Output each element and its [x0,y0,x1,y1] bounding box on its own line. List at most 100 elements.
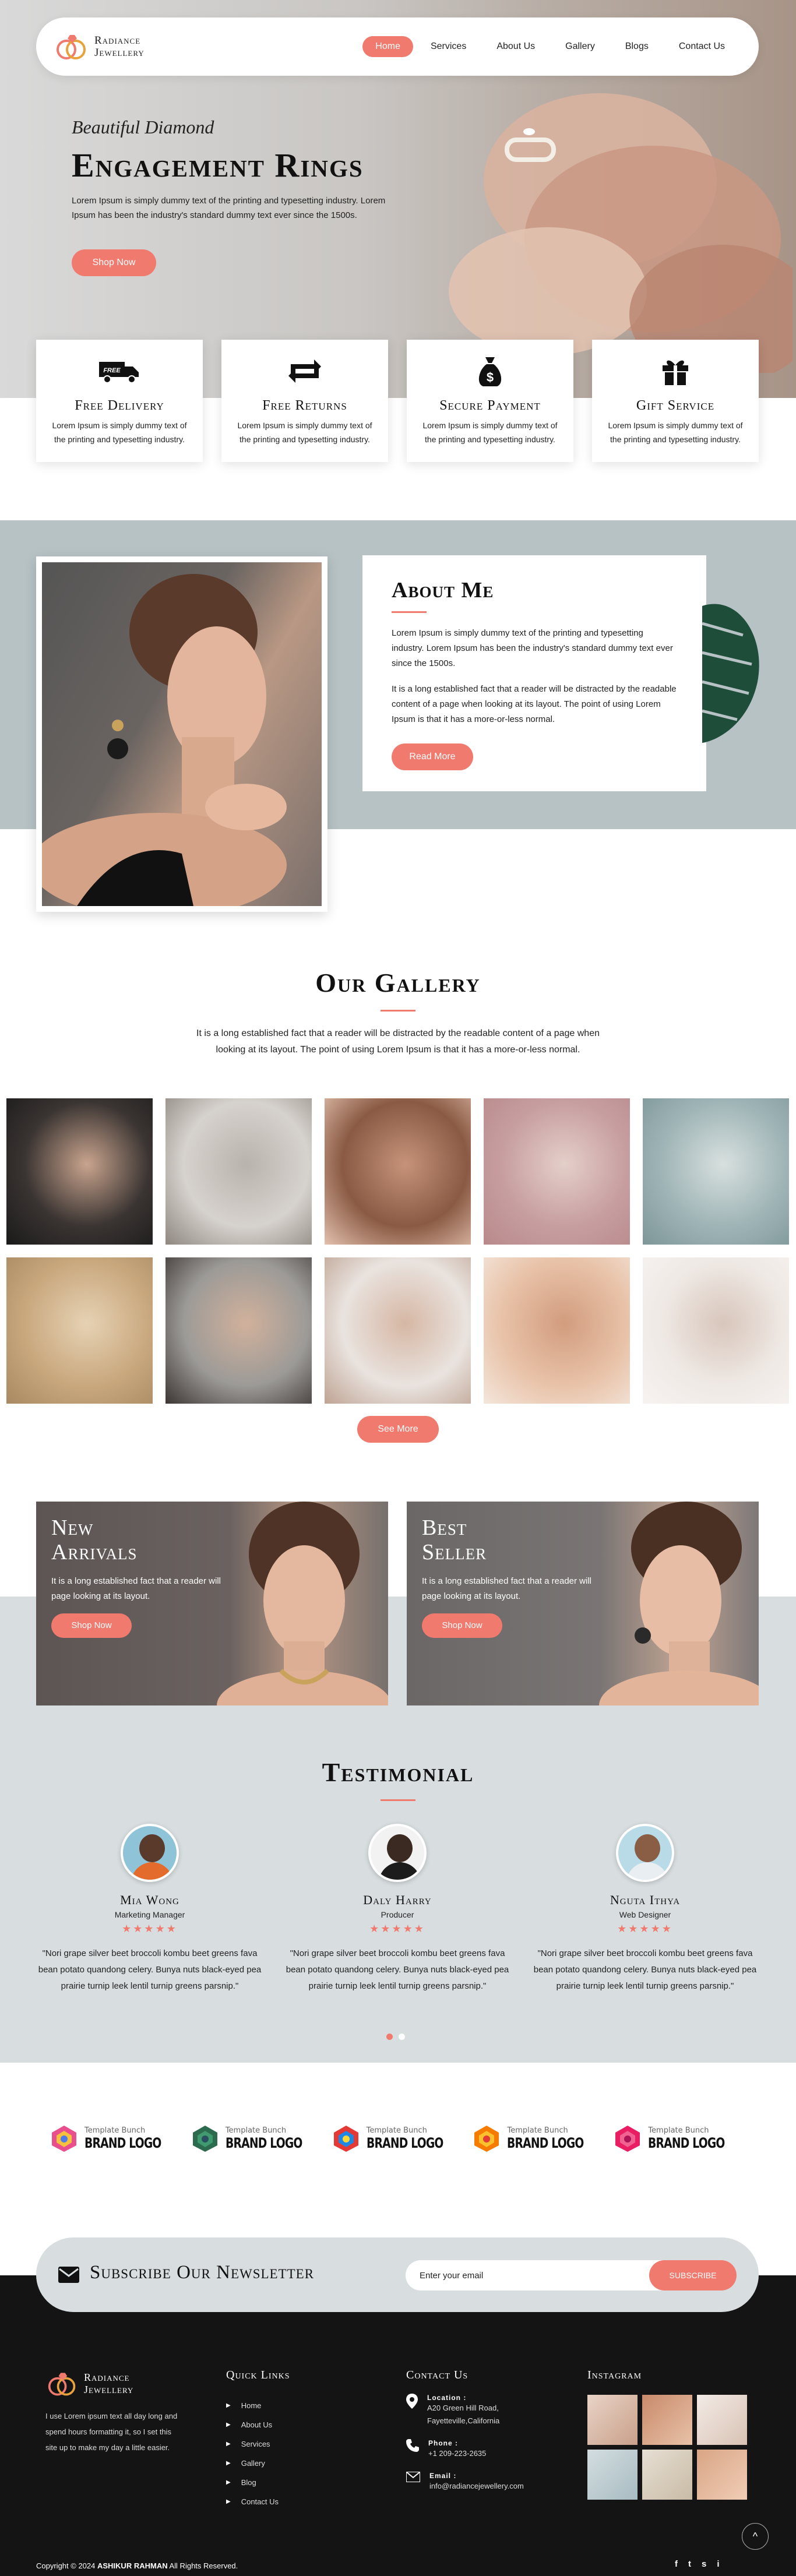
facebook-icon[interactable]: f [675,2559,678,2569]
promo-title: New Arrivals [51,1516,137,1564]
footer-link[interactable]: ▶ About Us [226,2415,290,2434]
about-portrait-image [36,556,327,912]
newsletter-bar: Subscribe Our Newsletter SUBSCRIBE [36,2237,759,2312]
nav-blogs[interactable]: Blogs [612,36,661,57]
svg-text:$: $ [487,370,494,385]
footer-link-label: Home [241,2401,262,2410]
chevron-right-icon: ▶ [226,2402,231,2409]
brand-big-text: BRAND LOGO [84,2134,161,2151]
brand-line-1: Radiance [94,34,141,47]
bride-necklace-photo[interactable] [643,1257,789,1404]
hero-subtitle: Beautiful Diamond [72,117,214,138]
copyright-prefix: Copyright © 2024 [36,2561,96,2570]
testimonial-name: Mia Wong [120,1893,179,1907]
footer-logo[interactable]: Radiance Jewellery [45,2369,179,2399]
instagram-photo[interactable] [697,2450,747,2500]
nav-services[interactable]: Services [418,36,479,57]
woman-rings-photo[interactable] [325,1257,471,1404]
star-rating-icon: ★★★★★ [122,1923,178,1934]
testimonial-role: Marketing Manager [114,1910,185,1919]
brand-logo-2[interactable]: Template Bunch BRAND LOGO [191,2124,324,2153]
footer-link[interactable]: ▶ Contact Us [226,2492,290,2511]
avatar [121,1824,179,1882]
promo-title-line-1: New [51,1516,94,1540]
nav-about-us[interactable]: About Us [484,36,548,57]
footer-link-label: Contact Us [241,2497,279,2506]
hands-rings-photo[interactable] [484,1257,630,1404]
footer-link-label: Services [241,2440,270,2448]
gold-pieces-photo[interactable] [484,1098,630,1245]
twitter-icon[interactable]: t [688,2559,691,2569]
instagram-icon[interactable]: i [717,2559,719,2569]
feature-card-returns: Free Returns Lorem Ipsum is simply dummy… [221,340,388,462]
testimonial-name: Daly Harry [363,1893,432,1907]
new-arrivals-shop-now-button[interactable]: Shop Now [51,1613,132,1638]
testimonial-quote: "Nori grape silver beet broccoli kombu b… [38,1948,262,1991]
carousel-dot-1[interactable] [386,2034,393,2040]
brand-mark-icon [333,2126,358,2152]
email-input[interactable] [420,2260,641,2290]
carousel-dot-2[interactable] [399,2034,405,2040]
title-underline [392,611,427,613]
about-paragraph-2: It is a long established fact that a rea… [392,684,677,724]
subscribe-button[interactable]: SUBSCRIBE [649,2260,737,2290]
nav-contact-us[interactable]: Contact Us [666,36,738,57]
footer-link[interactable]: ▶ Services [226,2434,290,2454]
rings-dish-photo[interactable] [165,1098,312,1245]
smiling-woman-photo[interactable] [165,1257,312,1404]
bracelet-photo[interactable] [325,1098,471,1245]
brand-logo-4[interactable]: Template Bunch BRAND LOGO [472,2124,605,2153]
footer-link[interactable]: ▶ Blog [226,2473,290,2492]
woman-earring-photo[interactable] [6,1098,153,1245]
top-navbar: Radiance Jewellery Home Services About U… [36,17,759,76]
delivery-truck-icon: FREE [36,355,203,387]
instagram-photo[interactable] [697,2395,747,2445]
money-bag-icon: $ [407,355,573,387]
footer-contact: Contact Us Location : A20 Green Hill Roa… [406,2369,524,2493]
instagram-photo[interactable] [642,2395,692,2445]
footer-link[interactable]: ▶ Gallery [226,2454,290,2473]
brand-big-text: BRAND LOGO [225,2134,302,2151]
email-value[interactable]: info@radiancejewellery.com [429,2480,524,2493]
gold-earrings-photo[interactable] [6,1257,153,1404]
footer-link-label: About Us [241,2420,273,2429]
bangles-box-photo[interactable] [643,1098,789,1245]
nav-home[interactable]: Home [362,36,413,57]
avatar [616,1824,674,1882]
instagram-photo[interactable] [642,2450,692,2500]
new-arrivals-banner[interactable]: New Arrivals It is a long established fa… [36,1502,388,1705]
brand-small-text: Template Bunch [507,2126,568,2135]
feature-text: Lorem Ipsum is simply dummy text of the … [237,421,372,444]
contact-heading: Contact Us [406,2369,469,2381]
skype-icon[interactable]: s [702,2559,706,2569]
brand-logo-5[interactable]: Template Bunch BRAND LOGO [613,2124,746,2153]
footer-link[interactable]: ▶ Home [226,2396,290,2415]
best-seller-shop-now-button[interactable]: Shop Now [422,1613,502,1638]
about-read-more-button[interactable]: Read More [392,743,473,770]
brand-logo-3[interactable]: Template Bunch BRAND LOGO [332,2124,465,2153]
feature-title: Gift Service [636,398,715,413]
gallery-title: Our Gallery [315,968,481,998]
chevron-right-icon: ▶ [226,2441,231,2447]
brand-logo[interactable]: Radiance Jewellery [54,30,145,63]
hero-shop-now-button[interactable]: Shop Now [72,249,156,276]
brand-mark-icon [615,2126,640,2152]
main-nav: Home Services About Us Gallery Blogs Con… [362,36,738,57]
nav-gallery[interactable]: Gallery [552,36,608,57]
title-underline [381,1010,415,1012]
testimonial-role: Producer [381,1910,414,1919]
contact-location: Location : A20 Green Hill Road, Fayettev… [406,2394,524,2427]
about-card: About Me Lorem Ipsum is simply dummy tex… [362,555,706,791]
instagram-photo[interactable] [587,2395,637,2445]
contact-email: Email : info@radiancejewellery.com [406,2472,524,2493]
phone-icon [406,2439,419,2452]
instagram-photo[interactable] [587,2450,637,2500]
footer-link-label: Gallery [241,2459,265,2468]
phone-value[interactable]: +1 209-223-2635 [428,2447,486,2460]
back-to-top-button[interactable]: ^ [742,2523,769,2550]
email-label: Email : [429,2472,457,2480]
gallery-see-more-button[interactable]: See More [357,1416,439,1443]
best-seller-banner[interactable]: Best Seller It is a long established fac… [407,1502,759,1705]
brand-logo-1[interactable]: Template Bunch BRAND LOGO [50,2124,183,2153]
testimonial-title: Testimonial [322,1757,474,1787]
